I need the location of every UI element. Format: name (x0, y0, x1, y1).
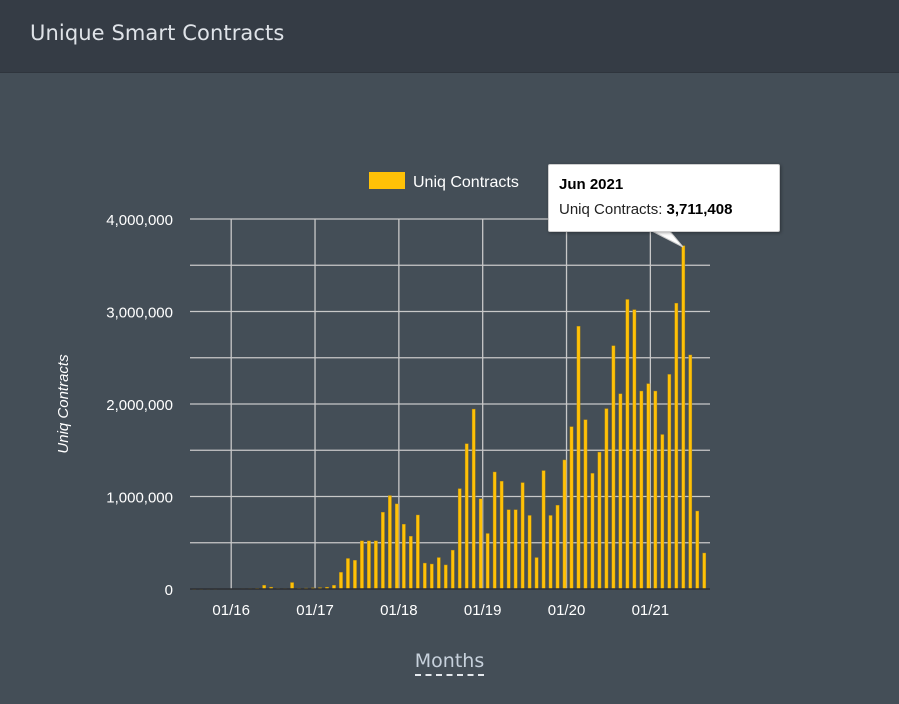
bar (464, 443, 469, 590)
bars (192, 245, 707, 590)
grid (190, 218, 710, 589)
bar (395, 503, 399, 590)
bar (597, 451, 602, 590)
bar (499, 481, 504, 590)
bar (541, 470, 546, 590)
bar (702, 552, 707, 590)
bar (360, 540, 364, 590)
bar (520, 482, 525, 590)
bar (562, 459, 567, 590)
bar (443, 564, 448, 590)
bar (402, 524, 406, 590)
bar (367, 540, 371, 590)
bar (618, 393, 623, 590)
bar (646, 383, 651, 590)
bar (590, 473, 595, 590)
bar (611, 345, 616, 590)
bar-highlighted (681, 245, 686, 590)
bar (416, 514, 420, 590)
y-tick-label: 2,000,000 (106, 397, 173, 414)
bar (688, 354, 693, 590)
y-tick-label: 3,000,000 (106, 305, 173, 322)
bar (555, 505, 560, 590)
bar (290, 582, 294, 590)
x-tick-label: 01/17 (296, 602, 334, 619)
x-tick-label: 01/21 (632, 602, 670, 619)
bar (695, 510, 700, 590)
bar (436, 557, 441, 590)
bar (660, 434, 665, 590)
bar (527, 515, 532, 590)
legend-swatch[interactable] (369, 172, 405, 189)
bar (632, 309, 637, 590)
y-tick-label: 1,000,000 (106, 490, 173, 507)
tooltip: Jun 2021 Uniq Contracts: 3,711,408 (548, 164, 780, 232)
bar (576, 326, 581, 590)
bar (471, 408, 476, 590)
bar (423, 562, 427, 590)
tooltip-series: Uniq Contracts: (559, 201, 663, 218)
bar (569, 426, 574, 590)
bar (381, 512, 385, 590)
y-axis-label: Uniq Contracts (55, 354, 72, 454)
x-tick-label: 01/18 (380, 602, 418, 619)
bar (667, 374, 672, 590)
x-axis-title[interactable]: Months (414, 650, 485, 676)
bar (625, 299, 630, 590)
bar (478, 498, 483, 590)
x-tick-label: 01/20 (548, 602, 586, 619)
bar (506, 509, 511, 590)
bar-chart: 01/16 01/17 01/18 01/19 01/20 01/21 0 1,000,000… (55, 172, 710, 619)
bar (583, 419, 588, 590)
y-tick-label: 0 (165, 582, 173, 599)
bar (548, 515, 553, 590)
bar (339, 572, 343, 590)
bar (450, 549, 455, 590)
bar (429, 563, 434, 590)
bar (388, 495, 392, 590)
bar (457, 488, 462, 590)
bar (639, 390, 644, 590)
bar (346, 558, 350, 590)
bar (604, 408, 609, 590)
bar (513, 509, 518, 590)
x-tick-label: 01/19 (464, 602, 502, 619)
bar (534, 557, 539, 590)
bar (485, 533, 490, 590)
bar (653, 390, 658, 590)
bar (492, 471, 497, 590)
bar (353, 560, 357, 590)
y-tick-label: 4,000,000 (106, 212, 173, 229)
tooltip-title: Jun 2021 (559, 176, 624, 193)
bar (409, 536, 413, 590)
bar (674, 302, 679, 590)
legend-label[interactable]: Uniq Contracts (413, 174, 519, 191)
tooltip-value: 3,711,408 (666, 201, 733, 218)
bar (374, 540, 378, 590)
x-tick-label: 01/16 (212, 602, 250, 619)
